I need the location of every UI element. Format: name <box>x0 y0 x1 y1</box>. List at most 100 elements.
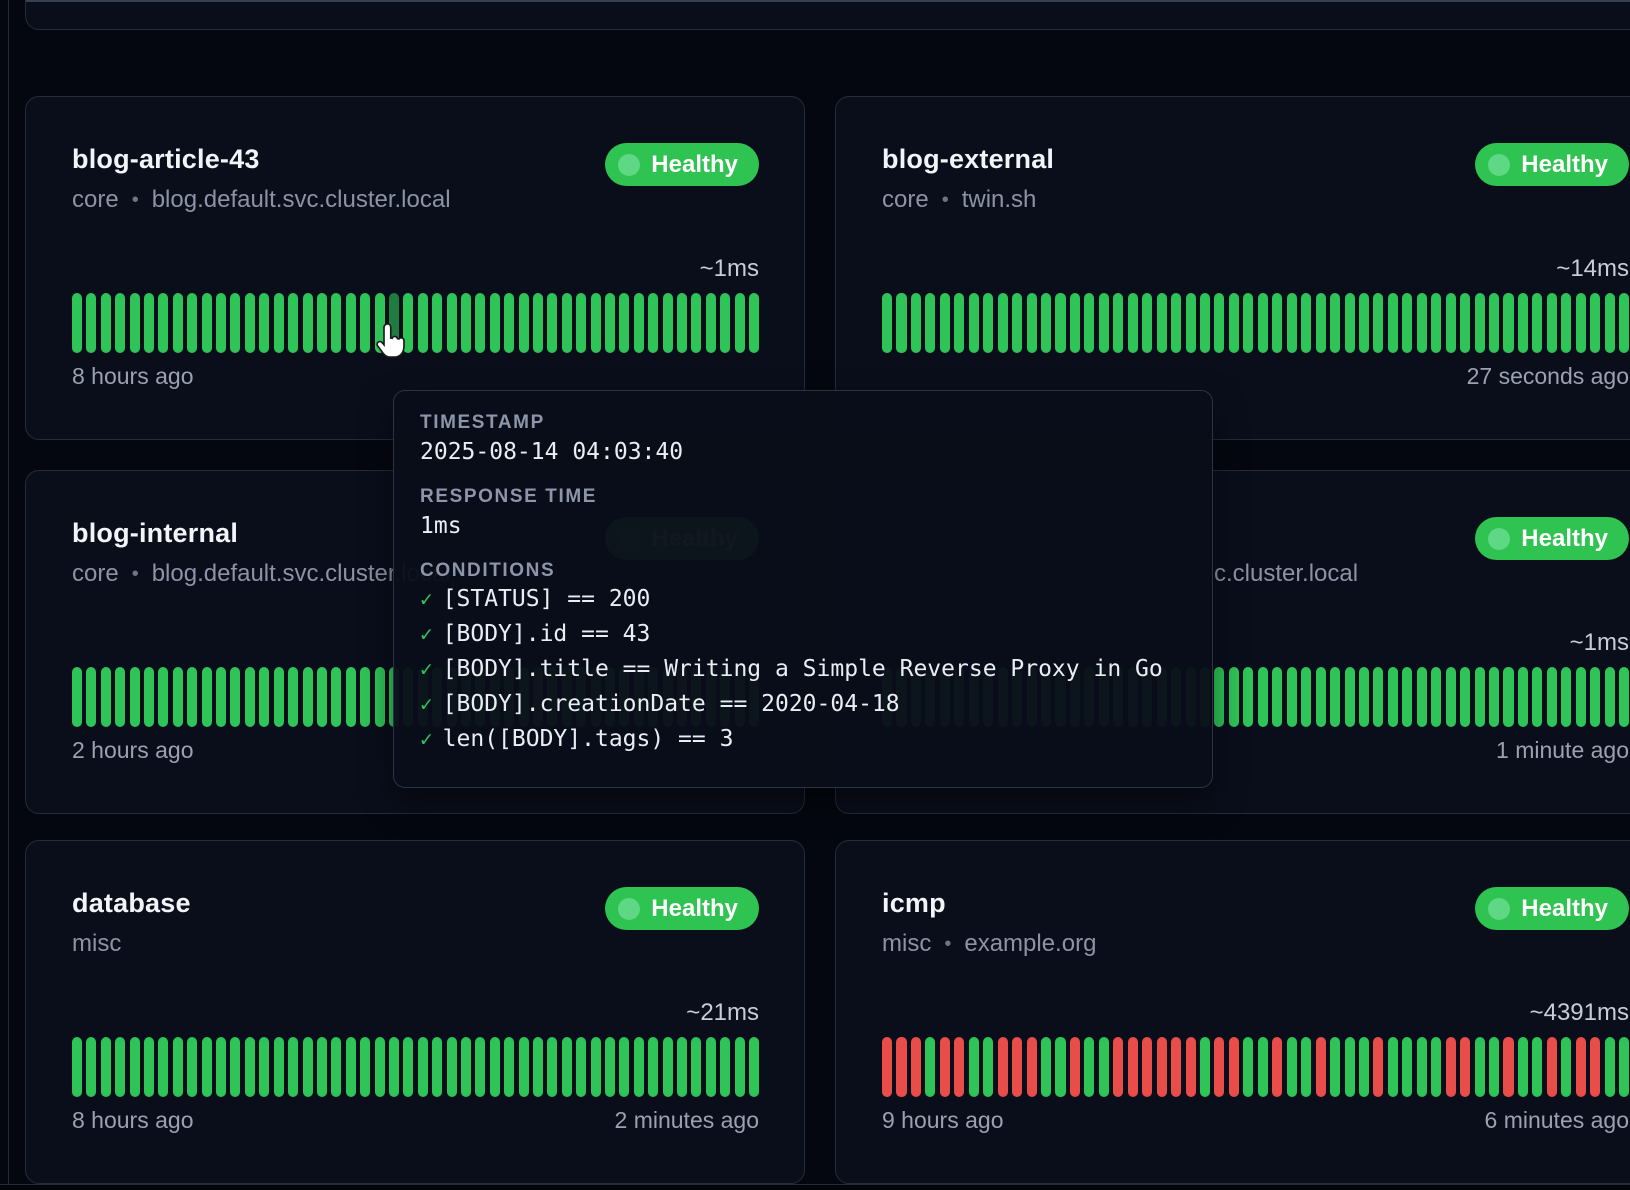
uptime-bar[interactable] <box>202 667 212 727</box>
uptime-bar[interactable] <box>1460 1037 1470 1097</box>
uptime-bar[interactable] <box>490 293 500 353</box>
uptime-bar[interactable] <box>1431 667 1441 727</box>
uptime-bar[interactable] <box>202 293 212 353</box>
uptime-bar[interactable] <box>475 293 485 353</box>
uptime-bar[interactable] <box>259 1037 269 1097</box>
uptime-bar[interactable] <box>691 293 701 353</box>
uptime-bar[interactable] <box>576 293 586 353</box>
uptime-bar[interactable] <box>1200 293 1210 353</box>
uptime-bar[interactable] <box>1402 1037 1412 1097</box>
uptime-bar[interactable] <box>1446 1037 1456 1097</box>
uptime-bar[interactable] <box>1186 1037 1196 1097</box>
uptime-bar[interactable] <box>677 293 687 353</box>
uptime-bar[interactable] <box>1243 293 1253 353</box>
uptime-bar[interactable] <box>1359 1037 1369 1097</box>
uptime-bar[interactable] <box>130 667 140 727</box>
uptime-bar[interactable] <box>317 1037 327 1097</box>
uptime-bar[interactable] <box>86 667 96 727</box>
uptime-bar[interactable] <box>1345 293 1355 353</box>
uptime-bar[interactable] <box>115 667 125 727</box>
uptime-bar[interactable] <box>1027 293 1037 353</box>
uptime-bar[interactable] <box>216 1037 226 1097</box>
uptime-bar[interactable] <box>1489 293 1499 353</box>
uptime-bar[interactable] <box>911 293 921 353</box>
uptime-bar[interactable] <box>389 1037 399 1097</box>
uptime-bar[interactable] <box>1576 293 1586 353</box>
uptime-bar[interactable] <box>519 293 529 353</box>
uptime-bar[interactable] <box>274 1037 284 1097</box>
uptime-bar[interactable] <box>925 293 935 353</box>
uptime-bar[interactable] <box>998 293 1008 353</box>
uptime-bar[interactable] <box>605 293 615 353</box>
uptime-bar[interactable] <box>144 293 154 353</box>
uptime-bar[interactable] <box>447 1037 457 1097</box>
uptime-bar[interactable] <box>216 293 226 353</box>
uptime-bar[interactable] <box>1301 293 1311 353</box>
uptime-bar[interactable] <box>1402 293 1412 353</box>
uptime-bar[interactable] <box>101 1037 111 1097</box>
uptime-bar[interactable] <box>447 293 457 353</box>
uptime-bar[interactable] <box>1330 293 1340 353</box>
uptime-bar[interactable] <box>1243 667 1253 727</box>
uptime-bar[interactable] <box>882 293 892 353</box>
uptime-bar[interactable] <box>72 667 82 727</box>
uptime-bar[interactable] <box>1388 1037 1398 1097</box>
endpoint-card[interactable]: icmp misc • example.org Healthy ~4391ms … <box>835 840 1630 1184</box>
uptime-bar[interactable] <box>1590 293 1600 353</box>
uptime-bar[interactable] <box>1084 1037 1094 1097</box>
uptime-bar[interactable] <box>735 1037 745 1097</box>
uptime-bar[interactable] <box>245 1037 255 1097</box>
uptime-bar[interactable] <box>1373 1037 1383 1097</box>
uptime-bar[interactable] <box>303 293 313 353</box>
uptime-bar[interactable] <box>1113 293 1123 353</box>
uptime-bar[interactable] <box>1272 667 1282 727</box>
uptime-bar[interactable] <box>1359 667 1369 727</box>
uptime-bar[interactable] <box>1503 667 1513 727</box>
uptime-bar[interactable] <box>1518 667 1528 727</box>
endpoint-card[interactable]: database misc Healthy ~21ms 8 hours ago … <box>25 840 805 1184</box>
uptime-bar[interactable] <box>72 293 82 353</box>
uptime-bar[interactable] <box>1547 293 1557 353</box>
uptime-bar[interactable] <box>1518 1037 1528 1097</box>
uptime-bar[interactable] <box>504 1037 514 1097</box>
uptime-bar[interactable] <box>677 1037 687 1097</box>
uptime-bar[interactable] <box>187 1037 197 1097</box>
uptime-bar[interactable] <box>619 1037 629 1097</box>
uptime-bar[interactable] <box>940 293 950 353</box>
uptime-bar[interactable] <box>648 293 658 353</box>
uptime-bar[interactable] <box>216 667 226 727</box>
uptime-bar[interactable] <box>1229 667 1239 727</box>
uptime-bar[interactable] <box>115 293 125 353</box>
uptime-bar[interactable] <box>331 1037 341 1097</box>
uptime-bar[interactable] <box>158 293 168 353</box>
uptime-bar[interactable] <box>173 667 183 727</box>
uptime-bar[interactable] <box>1619 667 1629 727</box>
uptime-bar[interactable] <box>1229 293 1239 353</box>
uptime-bar[interactable] <box>1214 667 1224 727</box>
uptime-bar[interactable] <box>1576 667 1586 727</box>
uptime-bar[interactable] <box>245 293 255 353</box>
uptime-bar[interactable] <box>1301 667 1311 727</box>
endpoint-card-partial[interactable] <box>25 0 1630 30</box>
uptime-bar[interactable] <box>259 667 269 727</box>
uptime-bar[interactable] <box>1373 293 1383 353</box>
uptime-bar[interactable] <box>375 293 385 353</box>
uptime-bar[interactable] <box>1099 293 1109 353</box>
uptime-bar[interactable] <box>1330 1037 1340 1097</box>
uptime-bar[interactable] <box>158 667 168 727</box>
uptime-bar[interactable] <box>562 293 572 353</box>
uptime-bar[interactable] <box>547 293 557 353</box>
uptime-bar[interactable] <box>1171 1037 1181 1097</box>
uptime-bar[interactable] <box>983 1037 993 1097</box>
uptime-bar[interactable] <box>461 293 471 353</box>
uptime-bar[interactable] <box>1590 1037 1600 1097</box>
uptime-bar[interactable] <box>998 1037 1008 1097</box>
uptime-bar[interactable] <box>187 293 197 353</box>
uptime-bar[interactable] <box>1128 293 1138 353</box>
uptime-bar[interactable] <box>1619 1037 1629 1097</box>
uptime-bar[interactable] <box>360 1037 370 1097</box>
uptime-bar[interactable] <box>896 293 906 353</box>
uptime-bar[interactable] <box>940 1037 950 1097</box>
uptime-bar[interactable] <box>1186 293 1196 353</box>
uptime-bar[interactable] <box>1590 667 1600 727</box>
